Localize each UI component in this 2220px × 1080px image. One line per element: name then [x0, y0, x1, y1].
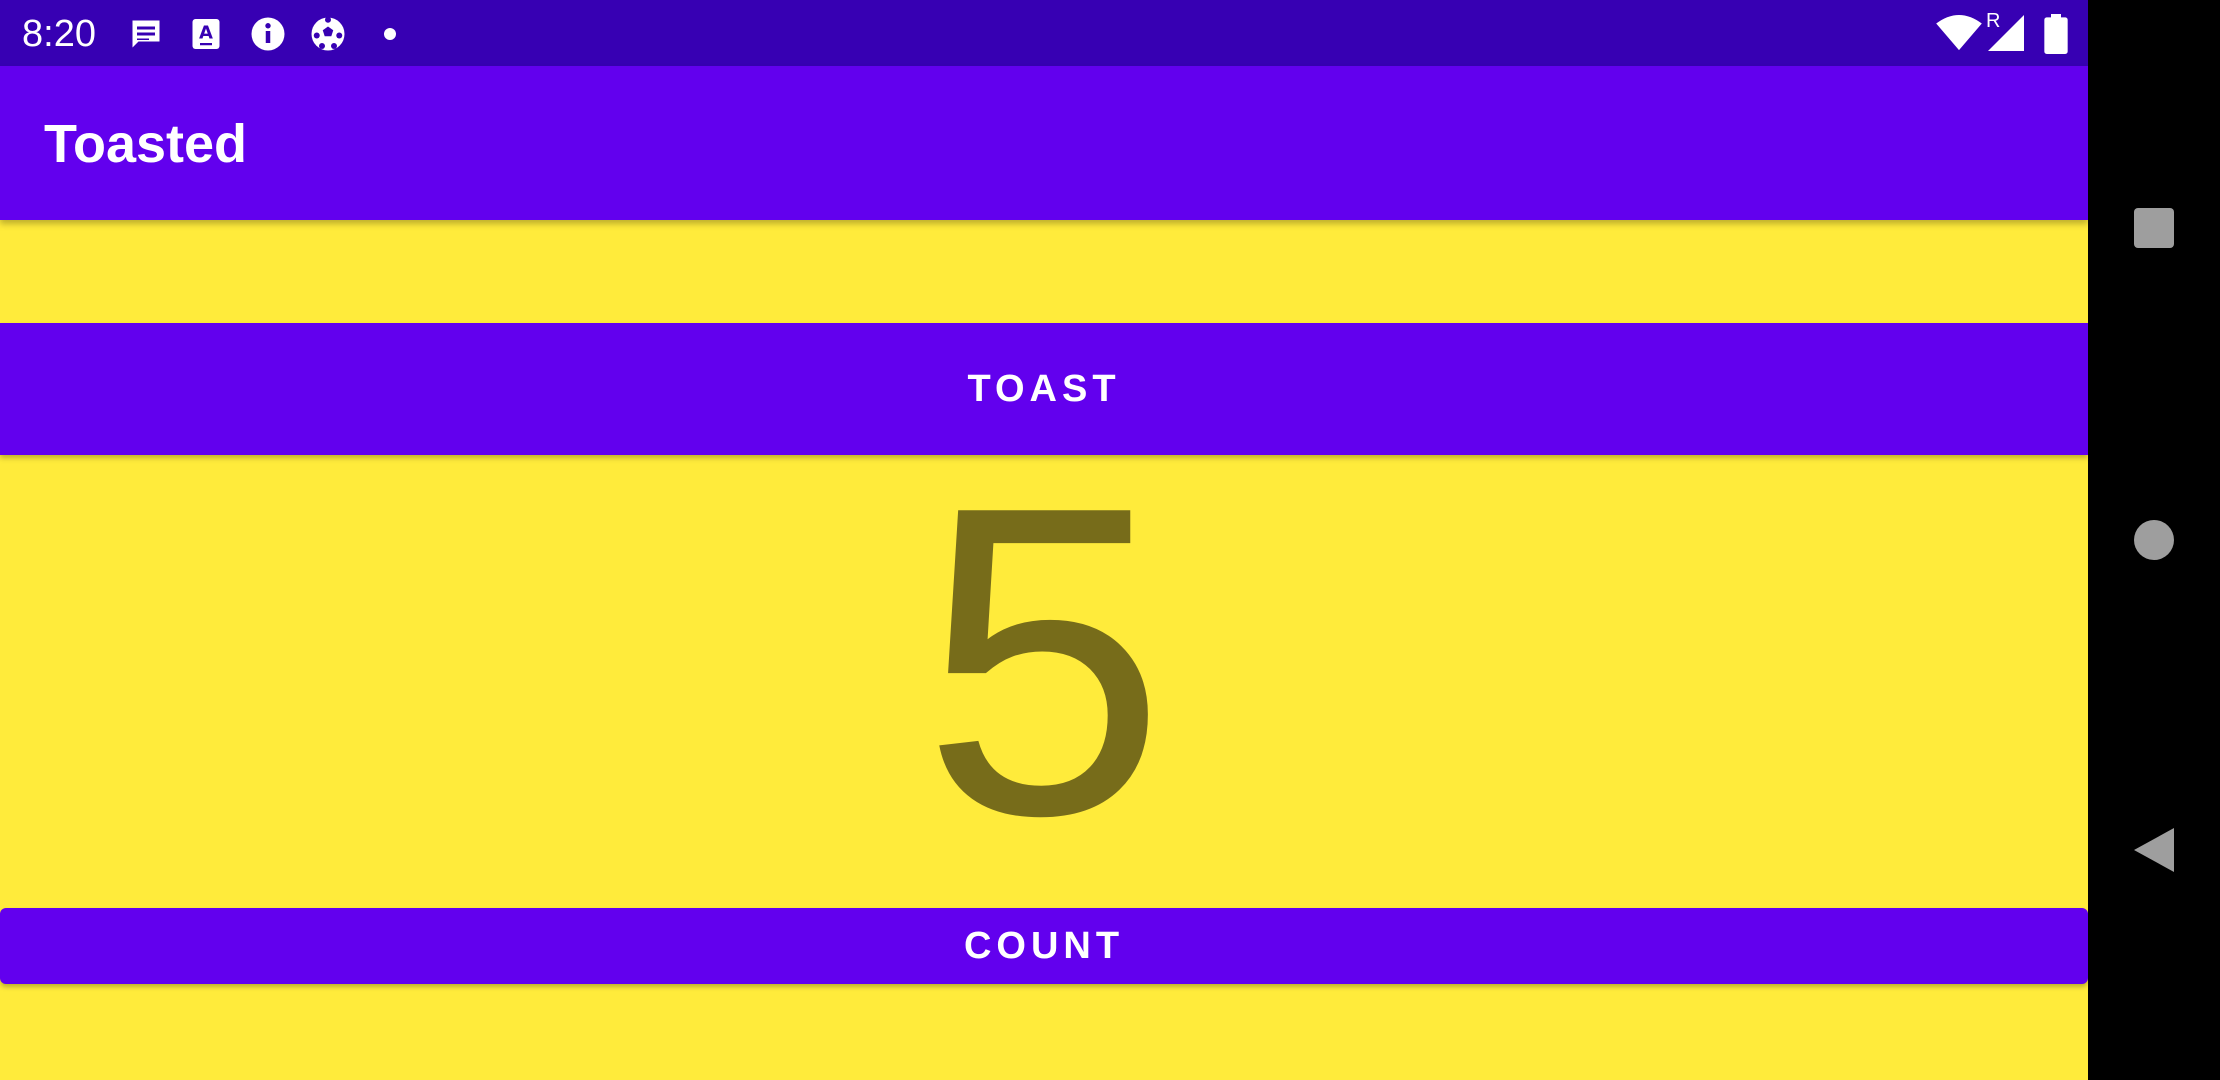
recents-square-icon[interactable]: [2114, 188, 2194, 268]
app-title: Toasted: [44, 114, 248, 174]
home-circle-icon[interactable]: [2114, 500, 2194, 580]
status-time: 8:20: [22, 13, 96, 55]
back-triangle-icon[interactable]: [2114, 810, 2194, 890]
cell-signal-icon: [1988, 14, 2024, 52]
battery-icon: [2044, 14, 2068, 54]
soccer-ball-icon: [310, 16, 346, 52]
message-icon: [128, 16, 164, 52]
app-bar: Toasted: [0, 66, 2088, 220]
navigation-bar: [2088, 0, 2220, 1080]
count-button[interactable]: COUNT: [0, 908, 2088, 984]
info-icon: [250, 16, 286, 52]
text-a-icon: A: [188, 16, 224, 52]
dot-icon: [372, 16, 408, 52]
app-screen: 8:20 A R Toasted TOAST 5 COUNT: [0, 0, 2088, 1080]
wifi-icon: [1936, 14, 1982, 52]
count-value: 5: [921, 416, 1167, 907]
status-bar: 8:20 A R: [0, 0, 2088, 66]
svg-text:A: A: [199, 23, 213, 44]
